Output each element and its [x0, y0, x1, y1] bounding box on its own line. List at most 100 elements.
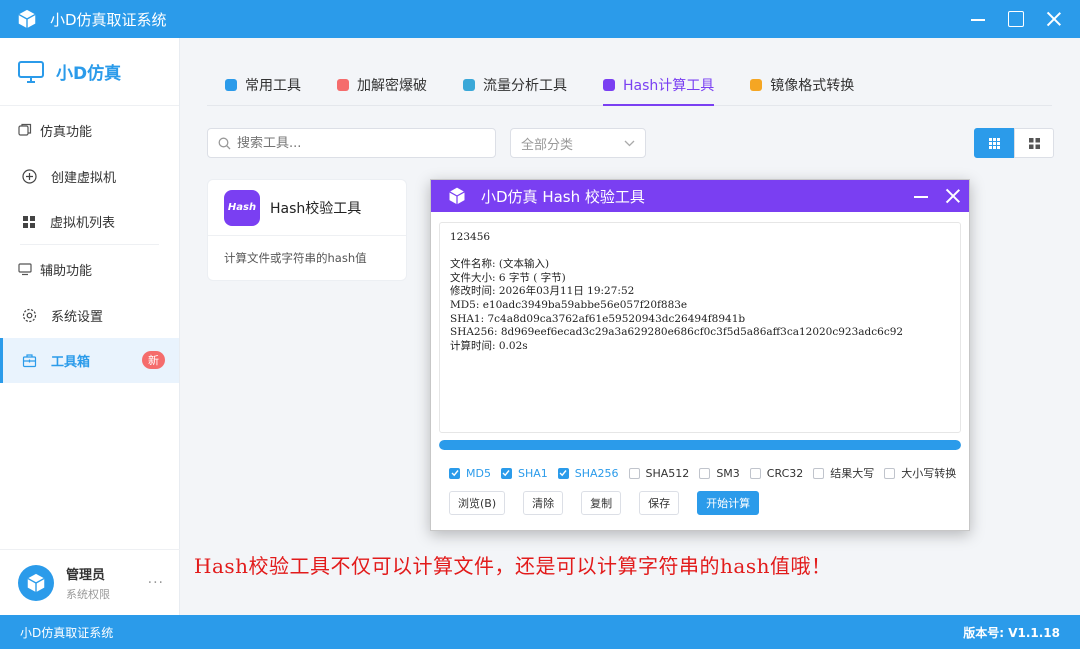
monitor-icon — [18, 60, 44, 83]
grid-icon — [23, 215, 35, 228]
hash-dialog: 小D仿真 Hash 校验工具 123456 文件名称: (文本输入) 文件大小: 6… — [430, 179, 970, 531]
checkbox-unchecked-icon[interactable] — [699, 467, 711, 479]
sidebar-item-toolbox[interactable]: 工具箱 新 — [0, 338, 179, 383]
tool-card-description: 计算文件或字符串的hash值 — [224, 251, 367, 265]
start-calculate-button[interactable]: 开始计算 — [697, 491, 760, 515]
clear-button[interactable]: 清除 — [523, 491, 564, 515]
tab-icon — [603, 79, 615, 91]
copy-button[interactable]: 复制 — [581, 491, 622, 515]
close-icon[interactable] — [945, 188, 961, 204]
more-icon[interactable]: ··· — [148, 575, 164, 591]
tool-tabs: 常用工具 加解密爆破 流量分析工具 Hash计算工具 镜像格式转换 — [207, 66, 1052, 106]
option-label: SHA256 — [574, 466, 619, 480]
hash-output-textarea[interactable]: 123456 文件名称: (文本输入) 文件大小: 6 字节 ( 字节) 修改时间: … — [439, 222, 961, 433]
option-label: SHA1 — [517, 466, 548, 480]
sidebar-item-vm-list[interactable]: 虚拟机列表 — [0, 199, 179, 244]
progress-bar — [439, 440, 961, 450]
checkbox-unchecked-icon[interactable] — [884, 467, 896, 479]
output-line: SHA1: 7c4a8d09ca3762af61e59520943dc26494… — [450, 312, 746, 325]
tab-1[interactable]: 加解密爆破 — [319, 66, 445, 104]
save-button[interactable]: 保存 — [639, 491, 680, 515]
version-label: 版本号: V1.1.18 — [963, 625, 1060, 640]
section-simulation-label: 仿真功能 — [40, 124, 93, 140]
tab-icon — [750, 79, 763, 91]
tab-label: Hash计算工具 — [623, 78, 715, 94]
sidebar-item-create-vm[interactable]: 创建虚拟机 — [0, 154, 179, 199]
copy-icon — [18, 123, 32, 136]
grid-large-icon — [1028, 137, 1040, 149]
search-box[interactable] — [207, 128, 496, 158]
option-checkbox[interactable]: CRC32 — [749, 466, 804, 480]
tab-0[interactable]: 常用工具 — [207, 66, 319, 104]
plus-circle-icon — [22, 169, 37, 184]
new-badge: 新 — [142, 351, 165, 369]
tab-icon — [463, 79, 475, 91]
option-label: SM3 — [716, 466, 740, 480]
option-checkbox[interactable]: MD5 — [449, 467, 491, 480]
checkbox-unchecked-icon[interactable] — [628, 467, 640, 479]
option-label: CRC32 — [766, 466, 804, 480]
tab-label: 常用工具 — [245, 78, 301, 94]
option-checkbox[interactable]: SM3 — [699, 466, 740, 480]
browse-button[interactable]: 浏览(B) — [449, 491, 506, 515]
cube-icon — [18, 9, 36, 29]
option-checkbox[interactable]: 结果大写 — [813, 465, 874, 481]
minimize-icon[interactable] — [913, 188, 929, 204]
option-label: 结果大写 — [830, 467, 875, 480]
search-icon — [218, 137, 231, 149]
option-label: MD5 — [466, 466, 491, 480]
section-simulation: 仿真功能 — [0, 106, 179, 154]
output-line: MD5: e10adc3949ba59abbe56e057f20f883e — [450, 298, 688, 311]
dialog-title: 小D仿真 Hash 校验工具 — [481, 187, 645, 206]
checkbox-checked-icon[interactable] — [557, 467, 569, 479]
cube-icon — [27, 573, 45, 592]
window-title: 小D仿真取证系统 — [50, 10, 167, 29]
checkbox-unchecked-icon[interactable] — [749, 467, 761, 479]
sidebar: 小D仿真 仿真功能 创建虚拟机 虚拟机列表 辅助功能 系统设置 工具箱 新 管理… — [0, 38, 180, 615]
search-input[interactable] — [237, 135, 477, 151]
minimize-icon[interactable] — [970, 11, 986, 27]
close-icon[interactable] — [1046, 11, 1062, 27]
progress-fill — [439, 440, 961, 450]
hash-logo: Hash — [224, 189, 260, 226]
statusbar-app-name: 小D仿真取证系统 — [20, 625, 114, 640]
avatar — [18, 564, 54, 601]
option-checkbox[interactable]: SHA512 — [628, 466, 690, 480]
window-controls — [970, 11, 1062, 27]
option-checkbox[interactable]: SHA1 — [500, 466, 548, 480]
tool-card-hash[interactable]: Hash Hash校验工具 计算文件或字符串的hash值 — [207, 179, 407, 281]
grid-view-button[interactable] — [974, 128, 1014, 158]
tool-card-header: Hash Hash校验工具 — [208, 180, 406, 236]
tool-card-name: Hash校验工具 — [270, 200, 362, 217]
tab-3[interactable]: Hash计算工具 — [585, 66, 732, 106]
gear-icon — [22, 308, 37, 323]
option-label: SHA512 — [645, 466, 690, 480]
output-line: 计算时间: 0.02s — [450, 339, 528, 352]
category-selected: 全部分类 — [521, 137, 574, 153]
screen-icon — [18, 263, 32, 276]
chevron-down-icon — [624, 140, 635, 146]
option-checkbox[interactable]: SHA256 — [557, 466, 619, 480]
output-line: 文件名称: (文本输入) — [450, 258, 550, 271]
section-auxiliary-label: 辅助功能 — [40, 263, 93, 279]
tab-4[interactable]: 镜像格式转换 — [732, 66, 872, 104]
sidebar-item-label: 工具箱 — [51, 355, 91, 370]
maximize-icon[interactable] — [1008, 11, 1024, 27]
sidebar-item-settings[interactable]: 系统设置 — [0, 293, 179, 338]
dialog-controls — [913, 188, 961, 204]
checkbox-checked-icon[interactable] — [449, 467, 460, 479]
hash-options: MD5 SHA1 SHA256 SHA512 SM3 CRC32 结果大写 大小写转换 — [449, 465, 966, 481]
section-auxiliary: 辅助功能 — [0, 245, 179, 293]
large-grid-view-button[interactable] — [1014, 128, 1054, 158]
dialog-buttons: 浏览(B) 清除 复制 保存 开始计算 — [449, 491, 777, 515]
tab-icon — [225, 79, 237, 91]
output-line: 文件大小: 6 字节 ( 字节) — [450, 271, 566, 284]
option-checkbox[interactable]: 大小写转换 — [884, 465, 956, 481]
tab-2[interactable]: 流量分析工具 — [445, 66, 585, 104]
checkbox-checked-icon[interactable] — [500, 467, 512, 479]
view-toggle — [974, 128, 1054, 158]
checkbox-unchecked-icon[interactable] — [813, 467, 825, 479]
tab-label: 镜像格式转换 — [770, 78, 855, 94]
category-select[interactable]: 全部分类 — [510, 128, 646, 158]
